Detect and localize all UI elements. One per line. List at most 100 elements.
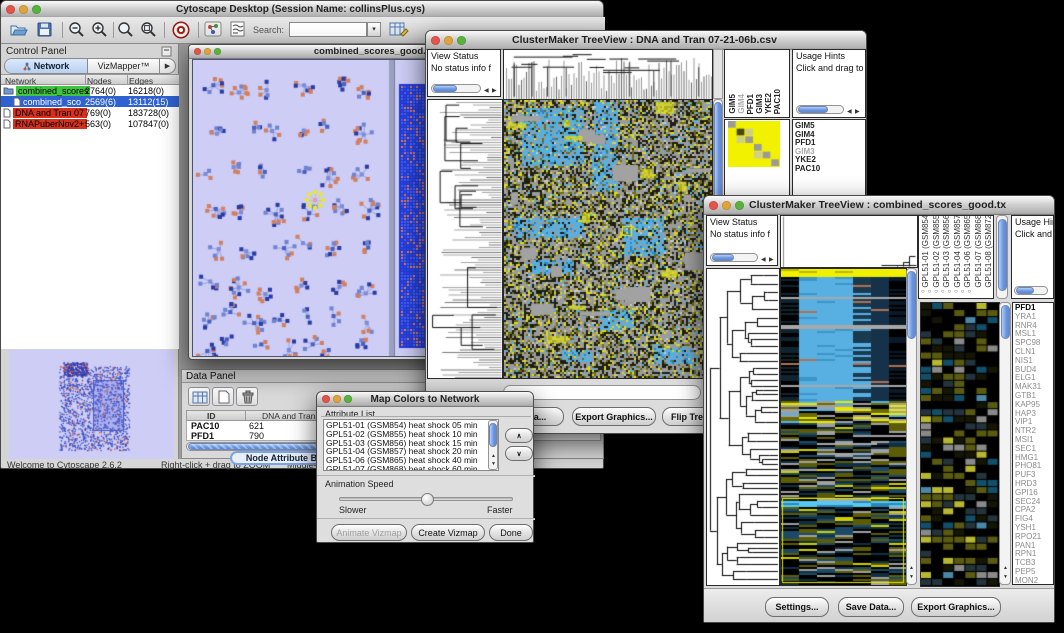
scroll-right-icon[interactable]: ▶	[769, 256, 774, 263]
tv1-column-dendrogram[interactable]	[503, 49, 713, 101]
column-label[interactable]: YKE2	[764, 93, 773, 114]
column-label[interactable]: GPL51-02 (GSM855)	[932, 215, 943, 288]
row-id[interactable]: PAC10	[191, 421, 219, 431]
minimize-button[interactable]	[333, 395, 341, 403]
treeview2-title-bar[interactable]: ClusterMaker TreeView : combined_scores_…	[704, 196, 1054, 215]
tv2-status-scrollbar[interactable]	[710, 253, 758, 262]
tab-network[interactable]: Network	[5, 59, 88, 73]
network-row[interactable]: combined_scores 2764(0) 16218(0)	[1, 85, 179, 96]
tv2-row-dendrogram[interactable]	[706, 268, 780, 586]
attribute-browser-icon[interactable]	[389, 21, 409, 38]
tv1-similarity-thumbnail[interactable]	[728, 121, 780, 167]
zoom-fit-icon[interactable]	[117, 21, 135, 39]
attribute-list[interactable]: GPL51-01 (GSM854) heat shock 05 minGPL51…	[323, 419, 499, 471]
move-down-button[interactable]: ∨	[505, 446, 533, 461]
network-row-selected[interactable]: combined_sco 2569(6) 13112(15)	[1, 96, 179, 107]
tv2-column-dendrogram[interactable]	[780, 215, 918, 268]
save-data-button[interactable]: Save Data...	[838, 597, 904, 617]
search-dropdown-button[interactable]: ▾	[367, 22, 381, 37]
tv1-heatmap[interactable]	[503, 99, 713, 379]
scroll-up-icon[interactable]: ▲	[909, 565, 914, 571]
settings-button[interactable]: Settings...	[765, 597, 829, 617]
column-label[interactable]: GIM4	[737, 94, 746, 114]
new-attribute-button[interactable]	[212, 387, 234, 406]
minimize-button[interactable]	[19, 5, 28, 14]
tv2-zoomed-heatmap[interactable]	[920, 302, 1000, 587]
column-label[interactable]: GPL51-08 (GSM872)	[984, 215, 994, 288]
zoom-button[interactable]	[344, 395, 352, 403]
create-vizmap-button[interactable]: Create Vizmap	[411, 524, 485, 541]
scrollbar-thumb[interactable]	[798, 106, 828, 113]
row-id[interactable]: PFD1	[191, 431, 214, 441]
zoom-button[interactable]	[214, 48, 221, 55]
scroll-down-icon[interactable]: ▼	[491, 461, 496, 467]
move-up-button[interactable]: ∧	[505, 428, 533, 443]
tv2-zoom-vscrollbar[interactable]: ▲ ▼	[999, 302, 1011, 585]
tab-overflow-button[interactable]: ▶	[159, 59, 175, 73]
scroll-left-icon[interactable]: ◀	[847, 108, 852, 115]
tv1-hints-scrollbar[interactable]	[796, 105, 844, 114]
zoom-in-icon[interactable]	[91, 21, 109, 39]
animation-speed-slider[interactable]	[339, 497, 513, 501]
column-label[interactable]: PFD1	[746, 94, 755, 114]
scroll-right-icon[interactable]: ▶	[855, 108, 860, 115]
scroll-right-icon[interactable]: ▶	[492, 87, 497, 94]
open-folder-icon[interactable]	[9, 21, 29, 39]
dialog-title-bar[interactable]: Map Colors to Network	[317, 392, 533, 407]
zoom-out-icon[interactable]	[68, 21, 86, 39]
network-row[interactable]: RNAPuberNov2+ 563(0) 107847(0)	[1, 118, 179, 129]
gene-label[interactable]: MON2	[1013, 577, 1053, 585]
close-button[interactable]	[194, 48, 201, 55]
done-button[interactable]: Done	[489, 524, 533, 541]
close-button[interactable]	[6, 5, 15, 14]
column-label[interactable]: GIM3	[755, 94, 764, 114]
scroll-down-icon[interactable]: ▼	[909, 574, 914, 580]
zoom-button[interactable]	[457, 36, 466, 45]
slider-thumb[interactable]	[421, 493, 434, 506]
float-panel-icon[interactable]	[161, 46, 172, 57]
column-label[interactable]: PAC10	[773, 89, 782, 114]
scroll-up-icon[interactable]: ▲	[491, 453, 496, 459]
scroll-down-icon[interactable]: ▼	[1003, 574, 1008, 580]
save-icon[interactable]	[36, 21, 54, 39]
id-column-header[interactable]: ID	[207, 411, 216, 421]
search-input[interactable]	[289, 22, 367, 37]
tv2-heatmap-vscrollbar[interactable]: ▲ ▼	[906, 268, 917, 585]
column-label[interactable]: GPL51-06 (GSM865)	[963, 215, 974, 288]
minimize-button[interactable]	[444, 36, 453, 45]
scrollbar-thumb[interactable]	[433, 85, 457, 92]
close-button[interactable]	[431, 36, 440, 45]
help-lifebuoy-icon[interactable]	[171, 20, 191, 40]
close-button[interactable]	[709, 201, 718, 210]
attribute-list-item[interactable]: GPL51-07 (GSM868) heat shock 60 min	[324, 465, 498, 471]
scrollbar-thumb[interactable]	[1001, 305, 1010, 339]
tv2-heatmap[interactable]	[780, 268, 907, 586]
minimize-button[interactable]	[204, 48, 211, 55]
network-row[interactable]: DNA and Tran 07 769(0) 183728(0)	[1, 107, 179, 118]
tv1-row-dendrogram[interactable]	[427, 99, 503, 379]
column-label[interactable]: GPL51-01 (GSM854)	[921, 215, 932, 288]
scrollbar-thumb[interactable]	[998, 219, 1007, 291]
column-label[interactable]: GPL51-03 (GSM856)	[942, 215, 953, 288]
attribute-list-scrollbar[interactable]: ▲ ▼	[488, 420, 498, 470]
row-label[interactable]: PAC10	[793, 165, 865, 174]
main-title-bar[interactable]: Cytoscape Desktop (Session Name: collins…	[1, 1, 603, 18]
column-label[interactable]: GPL51-07 (GSM868)	[974, 215, 985, 288]
scrollbar-thumb[interactable]	[712, 254, 734, 261]
scrollbar-thumb[interactable]	[489, 423, 497, 447]
map-colors-dialog[interactable]: Map Colors to Network Attribute List GPL…	[316, 391, 534, 543]
treeview1-title-bar[interactable]: ClusterMaker TreeView : DNA and Tran 07-…	[426, 31, 866, 50]
column-label[interactable]: GIM5	[728, 94, 737, 114]
minimize-button[interactable]	[722, 201, 731, 210]
row-value[interactable]: 790	[249, 431, 264, 441]
tab-vizmapper[interactable]: VizMapper™	[88, 59, 159, 73]
zoom-button[interactable]	[32, 5, 41, 14]
export-graphics-button[interactable]: Export Graphics...	[572, 407, 656, 426]
annotation-icon[interactable]	[229, 21, 247, 37]
tv1-status-scrollbar[interactable]	[431, 84, 481, 93]
column-label[interactable]: GPL51-04 (GSM857)	[953, 215, 964, 288]
scroll-up-icon[interactable]: ▲	[1003, 565, 1008, 571]
network-overview-minimap[interactable]	[9, 350, 174, 459]
animate-vizmap-button[interactable]: Animate Vizmap	[331, 524, 407, 541]
export-graphics-button[interactable]: Export Graphics...	[911, 597, 1001, 617]
